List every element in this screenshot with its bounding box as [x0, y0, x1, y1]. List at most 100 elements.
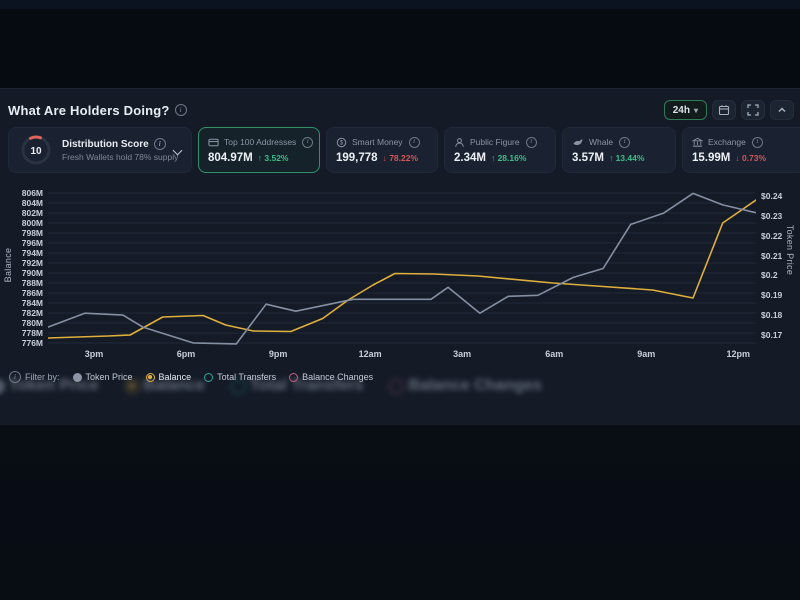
info-icon[interactable]: i [409, 137, 420, 148]
left-axis-tick: 802M [0, 208, 43, 218]
card-label: Smart Money [352, 137, 403, 147]
person-icon [454, 137, 465, 148]
x-axis-label: 3pm [72, 349, 116, 359]
header-controls: 24h ▾ [664, 100, 794, 120]
balance-line [48, 200, 756, 338]
card-label: Exchange [708, 137, 746, 147]
left-axis-tick: 794M [0, 248, 43, 258]
x-axis-label: 6pm [164, 349, 208, 359]
card-whale[interactable]: Whalei 3.57M↑ 13.44% [562, 127, 676, 173]
left-axis-tick: 796M [0, 238, 43, 248]
page-top-band [0, 9, 800, 88]
right-axis-tick: $0.23 [761, 211, 799, 221]
filter-option-total-transfers[interactable]: Total Transfers [204, 372, 276, 382]
card-public-figure[interactable]: Public Figure i 2.34M ↑ 28.16% [444, 127, 556, 173]
left-axis-tick: 804M [0, 198, 43, 208]
left-axis-tick: 782M [0, 308, 43, 318]
card-label: Public Figure [470, 137, 520, 147]
bank-icon [692, 137, 703, 148]
card-value-row: 15.99M ↓ 0.73% [692, 152, 796, 164]
left-axis-tick: 790M [0, 268, 43, 278]
timeframe-button[interactable]: 24h ▾ [664, 100, 707, 120]
info-icon[interactable]: i [175, 104, 187, 116]
collapse-button[interactable] [770, 100, 794, 120]
card-smart-money[interactable]: $ Smart Money i 199,778 ↓ 78.22% [326, 127, 438, 173]
card-value-row: 199,778 ↓ 78.22% [336, 152, 428, 164]
chevron-down-icon: ▾ [694, 106, 698, 115]
calendar-button[interactable] [712, 100, 736, 120]
card-change: ↑ 28.16% [491, 153, 526, 163]
info-icon[interactable]: i [752, 137, 763, 148]
distribution-score-card[interactable]: 10 Distribution Score i Fresh Wallets ho… [8, 127, 192, 173]
right-axis-tick: $0.21 [761, 251, 799, 261]
right-axis-tick: $0.2 [761, 270, 799, 280]
left-axis-tick: 806M [0, 188, 43, 198]
distribution-gauge: 10 [19, 133, 53, 167]
metric-cards-row: 10 Distribution Score i Fresh Wallets ho… [8, 127, 800, 173]
fullscreen-button[interactable] [741, 100, 765, 120]
filter-option-label: Token Price [86, 372, 133, 382]
left-axis-tick: 786M [0, 288, 43, 298]
right-axis-tick: $0.22 [761, 231, 799, 241]
holders-chart [48, 185, 756, 347]
expand-icon [747, 104, 759, 116]
filter-option-balance[interactable]: Balance [146, 372, 192, 382]
filter-option-token-price[interactable]: Token Price [73, 372, 133, 382]
card-value-row: 3.57M↑ 13.44% [572, 152, 666, 164]
timeframe-label: 24h [673, 105, 690, 116]
distribution-subtitle: Fresh Wallets hold 78% supply [62, 152, 165, 162]
radio-icon-balance-changes [389, 379, 404, 394]
left-axis-tick: 784M [0, 298, 43, 308]
card-change: ↑ 13.44% [609, 153, 644, 163]
distribution-title: Distribution Score [62, 139, 149, 150]
holders-panel: What Are Holders Doing? i 24h ▾ [0, 88, 800, 425]
info-icon[interactable]: i [526, 137, 537, 148]
radio-icon-token-price [73, 373, 82, 382]
radio-icon-balance-changes [289, 373, 298, 382]
left-axis-tick: 788M [0, 278, 43, 288]
card-label-row: Top 100 Addressesi [208, 137, 310, 148]
radio-icon-token-price [0, 379, 5, 394]
filter-option-label: Total Transfers [217, 372, 276, 382]
card-value: 199,778 [336, 152, 378, 164]
info-icon[interactable]: i [302, 137, 313, 148]
coin-icon: $ [336, 137, 347, 148]
ghost-option-balance-changes: Balance Changes [389, 377, 541, 395]
left-axis-tick: 798M [0, 228, 43, 238]
info-icon[interactable]: i [154, 138, 166, 150]
card-label-row: Public Figure i [454, 137, 546, 148]
info-icon[interactable]: i [619, 137, 630, 148]
card-label-row: Exchange i [692, 137, 796, 148]
page-top-strip [0, 0, 800, 9]
card-change: ↑ 3.52% [258, 153, 289, 163]
card-exchange[interactable]: Exchange i 15.99M ↓ 0.73% [682, 127, 800, 173]
card-label: Whale [589, 137, 613, 147]
x-axis-label: 9am [624, 349, 668, 359]
filter-option-balance-changes[interactable]: Balance Changes [289, 372, 373, 382]
card-value-row: 804.97M↑ 3.52% [208, 152, 310, 164]
card-value: 2.34M [454, 152, 486, 164]
right-axis-tick: $0.19 [761, 290, 799, 300]
left-axis-tick: 776M [0, 338, 43, 348]
x-axis-label: 12am [348, 349, 392, 359]
card-top-100-addresses[interactable]: Top 100 Addressesi 804.97M↑ 3.52% [198, 127, 320, 173]
card-value-row: 2.34M ↑ 28.16% [454, 152, 546, 164]
card-icon [208, 137, 219, 148]
filter-by-label: Filter by: [25, 372, 60, 382]
calendar-icon [718, 104, 730, 116]
panel-header: What Are Holders Doing? i 24h ▾ [8, 99, 794, 121]
card-change: ↓ 0.73% [735, 153, 766, 163]
radio-dot [129, 383, 135, 389]
card-change: ↓ 78.22% [383, 153, 418, 163]
right-axis-tick: $0.18 [761, 310, 799, 320]
right-axis-tick: $0.24 [761, 191, 799, 201]
filter-option-label: Balance [159, 372, 192, 382]
panel-title: What Are Holders Doing? [8, 103, 170, 118]
radio-dot [148, 375, 152, 379]
card-label-row: Whalei [572, 137, 666, 148]
ghost-option-label: Balance Changes [408, 377, 541, 395]
chevron-up-icon [776, 104, 788, 116]
left-axis-tick: 800M [0, 218, 43, 228]
card-value: 15.99M [692, 152, 730, 164]
info-icon[interactable]: i [9, 371, 21, 383]
